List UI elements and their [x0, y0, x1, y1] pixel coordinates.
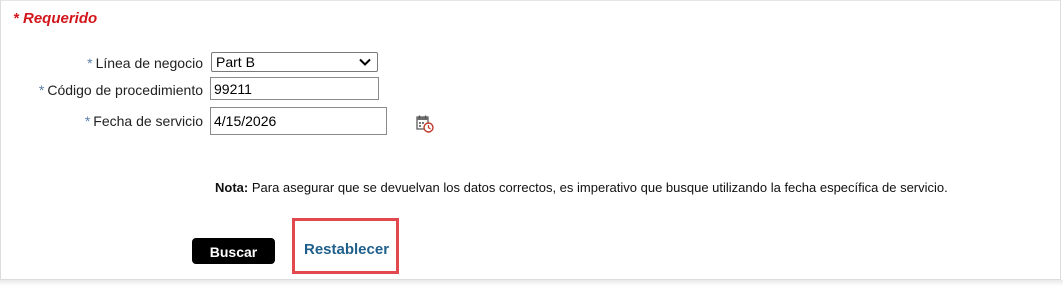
note-text: Para asegurar que se devuelvan los datos… [251, 180, 948, 195]
search-form-panel: * Requerido * Línea de negocio Part B * Có… [0, 0, 1061, 280]
search-note: Nota: Para asegurar que se devuelvan los… [215, 180, 948, 195]
line-of-business-selected: Part B [216, 54, 255, 70]
service-date-label-text: Fecha de servicio [93, 113, 203, 129]
reset-link[interactable]: Restablecer [304, 241, 389, 258]
search-button[interactable]: Buscar [192, 238, 275, 264]
required-star: * [84, 113, 91, 129]
panel-shadow [0, 280, 1063, 286]
line-of-business-label: * Línea de negocio [87, 55, 203, 71]
service-date-label: * Fecha de servicio [85, 113, 203, 129]
chevron-down-icon [359, 58, 371, 66]
procedure-code-input[interactable] [210, 77, 379, 100]
line-of-business-label-text: Línea de negocio [95, 55, 203, 71]
required-star: * [38, 82, 45, 98]
calendar-clock-icon[interactable] [416, 115, 434, 133]
required-star: * [87, 55, 93, 71]
procedure-code-label: * Código de procedimiento [39, 82, 203, 98]
required-note: * Requerido [13, 10, 98, 27]
service-date-input[interactable] [210, 107, 387, 135]
procedure-code-label-text: Código de procedimiento [47, 82, 203, 98]
line-of-business-select[interactable]: Part B [211, 52, 378, 72]
note-title: Nota: [215, 180, 249, 195]
